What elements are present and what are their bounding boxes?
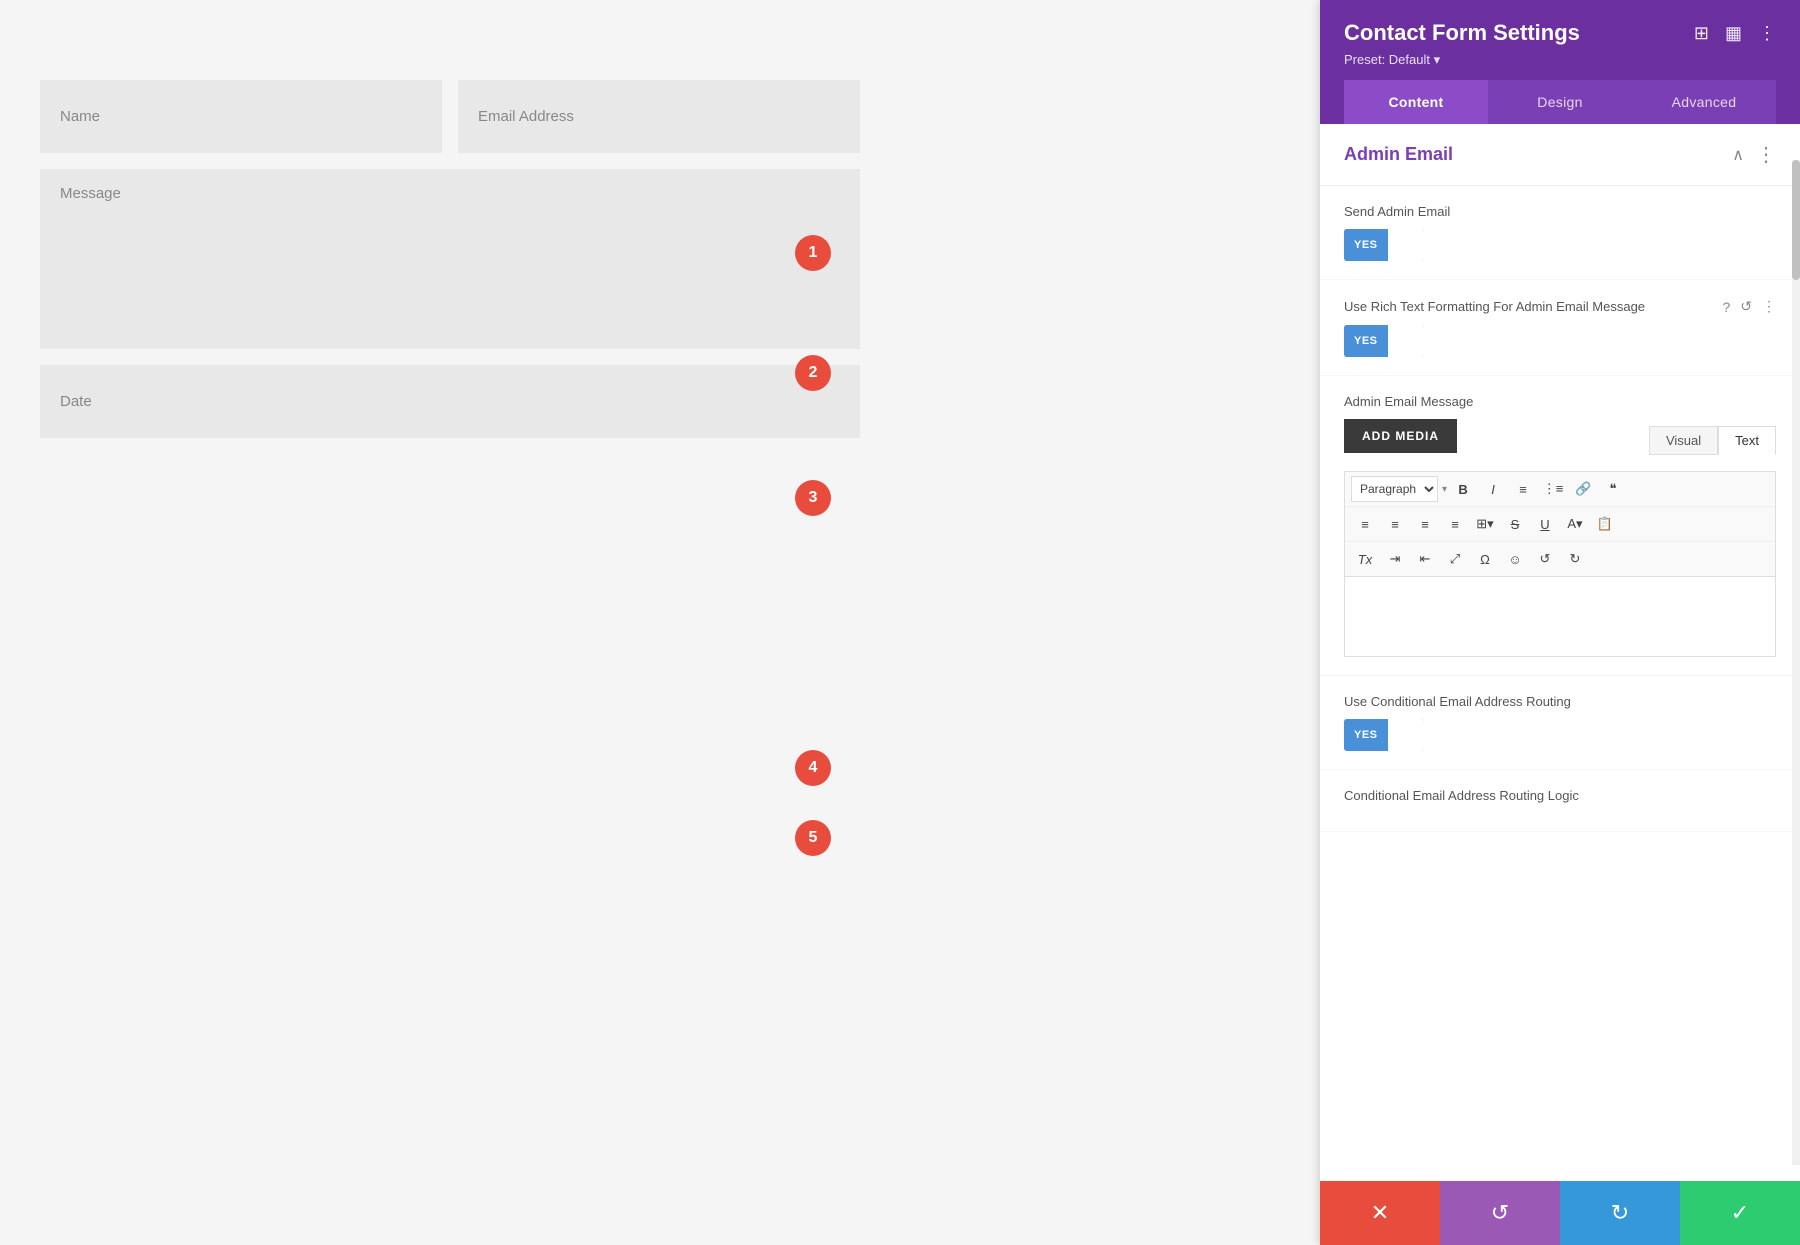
underline-button[interactable]: U [1531,511,1559,537]
editor-content[interactable] [1344,577,1776,657]
toggle-send-admin-email[interactable]: YES [1344,229,1424,261]
section-header-actions: ∧ ⋮ [1732,142,1776,167]
strikethrough-button[interactable]: S [1501,511,1529,537]
reset-icon[interactable]: ↺ [1740,298,1752,315]
tab-design[interactable]: Design [1488,80,1632,124]
scrollbar-thumb[interactable] [1792,160,1800,280]
field-label-send-admin-email: Send Admin Email [1344,204,1776,219]
align-center-button[interactable]: ≡ [1381,511,1409,537]
editor-tab-text[interactable]: Text [1718,426,1776,455]
add-media-button[interactable]: ADD MEDIA [1344,419,1457,453]
align-right-button[interactable]: ≡ [1411,511,1439,537]
settings-panel: Contact Form Settings ⊞ ▦ ⋮ Preset: Defa… [1320,0,1800,1245]
step-badge-1: 1 [795,235,831,271]
columns-icon[interactable]: ▦ [1725,23,1742,44]
fullscreen-icon[interactable]: ⊞ [1694,23,1709,44]
step-badge-5: 5 [795,820,831,856]
toggle-no-conditional [1388,719,1424,751]
form-row-name-email: Name Email Address [40,80,860,153]
link-button[interactable]: 🔗 [1569,476,1597,502]
editor-toolbar: Paragraph ▾ B I ≡ ⋮≡ 🔗 ❝ ≡ ≡ ≡ ≡ ⊞▾ S [1344,471,1776,577]
save-button[interactable]: ✓ [1680,1181,1800,1245]
fullscreen-editor-button[interactable]: ⤢ [1441,546,1469,572]
italic-button[interactable]: I [1479,476,1507,502]
tab-advanced[interactable]: Advanced [1632,80,1776,124]
special-chars-button[interactable]: Ω [1471,546,1499,572]
help-icon[interactable]: ? [1722,299,1730,315]
step-badge-2: 2 [795,355,831,391]
toggle-conditional-routing[interactable]: YES [1344,719,1424,751]
editor-tabs: Visual Text [1649,426,1776,455]
field-label-routing-logic: Conditional Email Address Routing Logic [1344,788,1776,803]
form-preview: Name Email Address Message Date [40,80,860,438]
field-label-conditional-routing: Use Conditional Email Address Routing [1344,694,1776,709]
toolbar-row-1: Paragraph ▾ B I ≡ ⋮≡ 🔗 ❝ [1345,472,1775,507]
field-routing-logic: Conditional Email Address Routing Logic [1320,770,1800,832]
ordered-list-button[interactable]: ⋮≡ [1539,476,1567,502]
toggle-rich-text[interactable]: YES [1344,325,1424,357]
tab-content[interactable]: Content [1344,80,1488,124]
toggle-no-rich-text [1388,325,1424,357]
collapse-icon[interactable]: ∧ [1732,145,1744,165]
table-button[interactable]: ⊞▾ [1471,511,1499,537]
panel-tabs: Content Design Advanced [1344,80,1776,124]
date-field[interactable]: Date [40,365,860,438]
undo-button[interactable]: ↺ [1531,546,1559,572]
panel-body: Admin Email ∧ ⋮ Send Admin Email YES Use… [1320,124,1800,1245]
step-badge-3: 3 [795,480,831,516]
email-field[interactable]: Email Address [458,80,860,153]
field-label-rich-text: Use Rich Text Formatting For Admin Email… [1344,299,1645,314]
panel-preset[interactable]: Preset: Default ▾ [1344,52,1776,68]
canvas-area: Name Email Address Message Date 1 2 3 4 … [0,0,1320,1245]
editor-tab-visual[interactable]: Visual [1649,426,1718,455]
panel-header: Contact Form Settings ⊞ ▦ ⋮ Preset: Defa… [1320,0,1800,124]
blockquote-button[interactable]: ❝ [1599,476,1627,502]
cancel-button[interactable]: ✕ [1320,1181,1440,1245]
align-left-button[interactable]: ≡ [1351,511,1379,537]
paste-button[interactable]: 📋 [1591,511,1619,537]
field-label-row-rich-text: Use Rich Text Formatting For Admin Email… [1344,298,1776,315]
toolbar-row-3: Tx ⇥ ⇤ ⤢ Ω ☺ ↺ ↻ [1345,542,1775,576]
toolbar-row-2: ≡ ≡ ≡ ≡ ⊞▾ S U A▾ 📋 [1345,507,1775,542]
panel-footer: ✕ ↺ ↻ ✓ [1320,1181,1800,1245]
field-label-icons: ? ↺ ⋮ [1722,298,1776,315]
field-label-admin-email-message: Admin Email Message [1344,394,1776,409]
font-color-button[interactable]: A▾ [1561,511,1589,537]
section-title: Admin Email [1344,144,1453,165]
toggle-yes-label: YES [1344,229,1388,261]
bold-button[interactable]: B [1449,476,1477,502]
unordered-list-button[interactable]: ≡ [1509,476,1537,502]
message-field[interactable]: Message [40,169,860,349]
field-menu-icon[interactable]: ⋮ [1762,298,1776,315]
align-justify-button[interactable]: ≡ [1441,511,1469,537]
redo-button[interactable]: ↻ [1561,546,1589,572]
more-icon[interactable]: ⋮ [1758,23,1776,44]
scrollbar-track [1792,160,1800,1165]
indent-increase-button[interactable]: ⇥ [1381,546,1409,572]
section-header: Admin Email ∧ ⋮ [1320,124,1800,186]
field-conditional-routing: Use Conditional Email Address Routing YE… [1320,676,1800,770]
toggle-no-area [1388,229,1424,261]
clear-format-button[interactable]: Tx [1351,546,1379,572]
toggle-yes-conditional: YES [1344,719,1388,751]
field-send-admin-email: Send Admin Email YES [1320,186,1800,280]
field-rich-text-formatting: Use Rich Text Formatting For Admin Email… [1320,280,1800,376]
panel-title: Contact Form Settings [1344,20,1580,46]
panel-header-icons: ⊞ ▦ ⋮ [1694,23,1776,44]
emoji-button[interactable]: ☺ [1501,546,1529,572]
step-badge-4: 4 [795,750,831,786]
sync-button[interactable]: ↻ [1560,1181,1680,1245]
section-menu-icon[interactable]: ⋮ [1756,142,1776,167]
reset-button[interactable]: ↺ [1440,1181,1560,1245]
field-admin-email-message: Admin Email Message ADD MEDIA Visual Tex… [1320,376,1800,676]
paragraph-select[interactable]: Paragraph [1351,476,1438,502]
name-field[interactable]: Name [40,80,442,153]
indent-decrease-button[interactable]: ⇤ [1411,546,1439,572]
toggle-yes-rich-text: YES [1344,325,1388,357]
